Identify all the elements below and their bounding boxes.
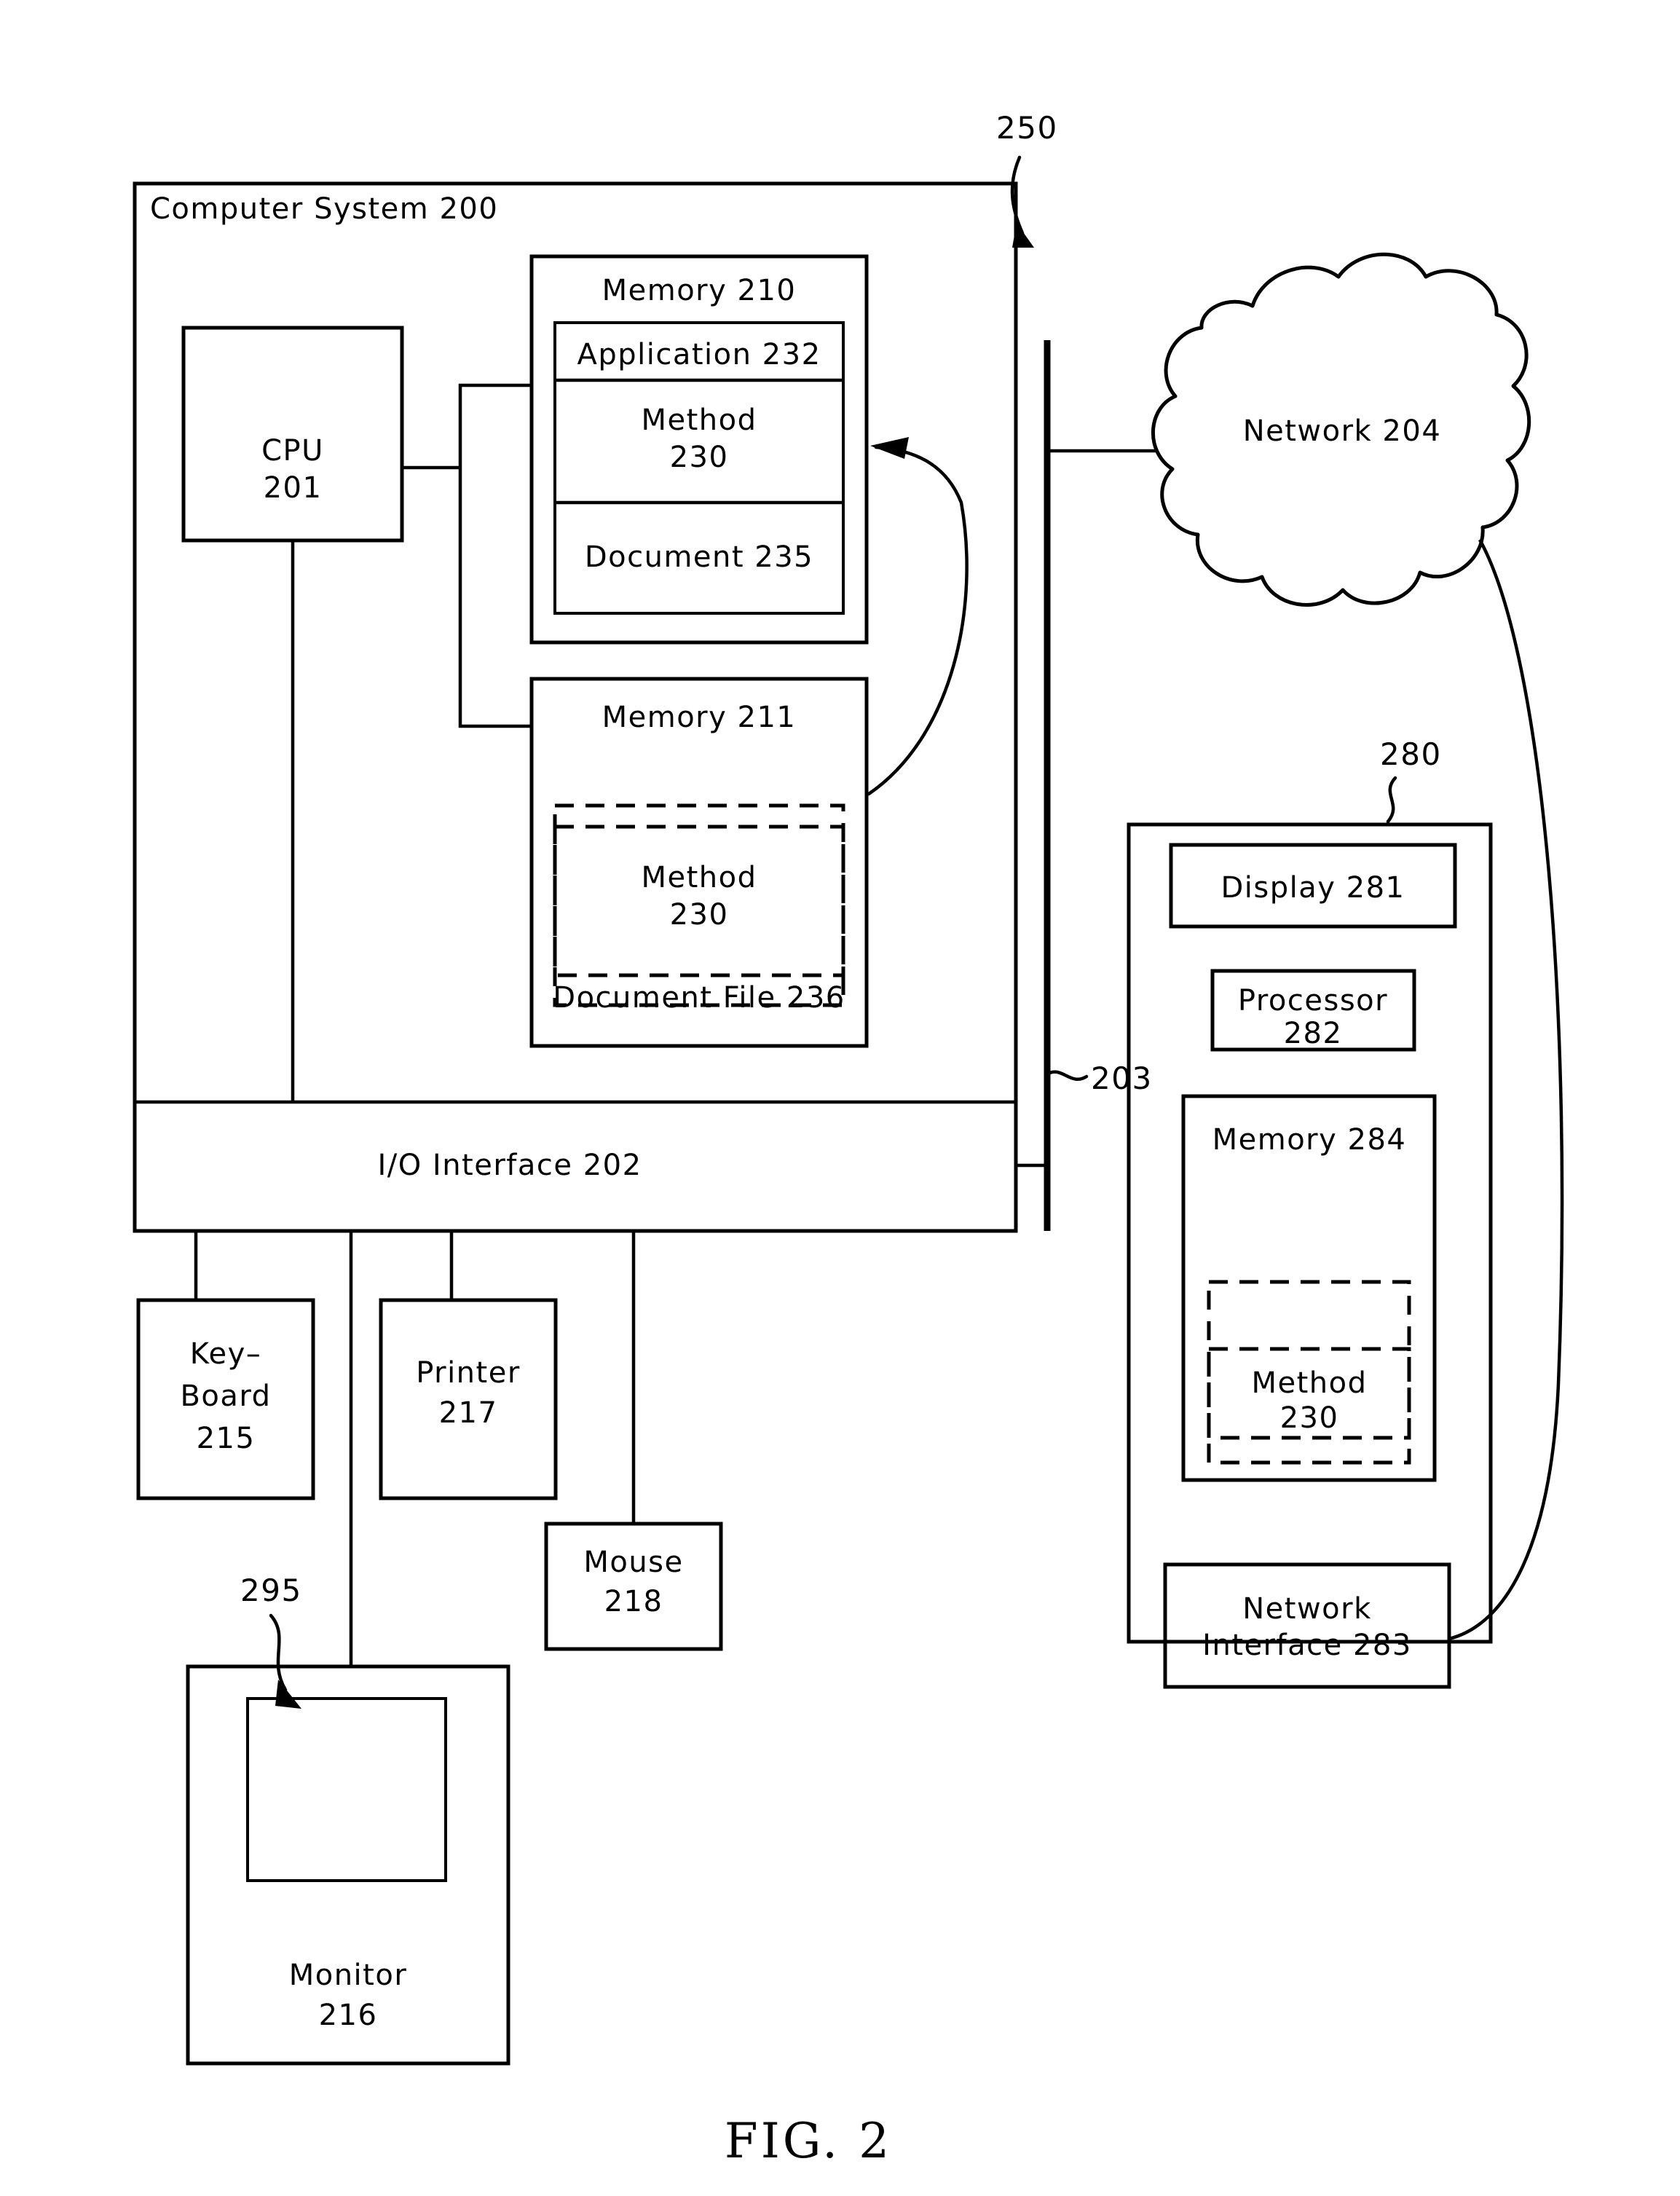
cpu-label-line2: 201 <box>264 471 323 505</box>
processor-282-line2: 282 <box>1284 1017 1343 1050</box>
callout-203-leader <box>1045 1070 1089 1082</box>
mouse-218-line1: Mouse <box>583 1546 683 1579</box>
method-230-memory284-line1: Method <box>1251 1366 1367 1400</box>
io-interface-label: I/O Interface 202 <box>377 1149 642 1182</box>
network-interface-283-line2: Interface 283 <box>1202 1629 1412 1662</box>
document-235-label: Document 235 <box>585 540 813 574</box>
monitor-screen-region <box>246 1697 447 1882</box>
memory-210-title: Memory 210 <box>602 274 797 307</box>
printer-217-line1: Printer <box>416 1356 521 1390</box>
document-file-236-label: Document File 236 <box>553 981 845 1015</box>
callout-295-label: 295 <box>240 1573 302 1608</box>
method-230-memory211-line1: Method <box>641 861 757 894</box>
method-230-memory211-line2: 230 <box>670 898 729 932</box>
network-204-label: Network 204 <box>1243 414 1442 448</box>
printer-217-line2: 217 <box>439 1396 498 1430</box>
callout-295-leader <box>269 1613 288 1692</box>
application-232-label: Application 232 <box>577 338 821 371</box>
patent-figure-page: Computer System 200 CPU 201 Memory 210 A… <box>0 0 1680 2196</box>
wire-bus-to-memory210 <box>458 383 532 468</box>
callout-295-arrowhead <box>275 1680 301 1709</box>
figure-caption: FIG. 2 <box>725 2113 892 2169</box>
network-interface-283-box <box>1163 1562 1451 1689</box>
cpu-label-line1: CPU <box>261 434 324 468</box>
mouse-218-line2: 218 <box>604 1585 663 1618</box>
computer-system-box <box>133 181 1018 1233</box>
keyboard-215-line3: 215 <box>197 1422 256 1455</box>
figure-2-block-diagram: Computer System 200 CPU 201 Memory 210 A… <box>133 110 1564 2169</box>
display-281-label: Display 281 <box>1220 871 1405 905</box>
callout-280-label: 280 <box>1380 736 1442 772</box>
callout-250-label: 250 <box>996 110 1058 146</box>
computer-system-title: Computer System 200 <box>150 192 498 226</box>
network-interface-283-line1: Network <box>1242 1592 1372 1626</box>
memory-284-title: Memory 284 <box>1212 1123 1407 1157</box>
wire-bus-to-memory211 <box>458 468 532 728</box>
callout-203-label: 203 <box>1091 1060 1153 1096</box>
monitor-216-line2: 216 <box>319 1999 378 2032</box>
processor-282-line1: Processor <box>1238 984 1388 1018</box>
keyboard-215-line2: Board <box>180 1380 271 1413</box>
method-transfer-arrowhead <box>870 437 909 459</box>
method-transfer-arc <box>867 445 969 796</box>
memory-211-title: Memory 211 <box>602 701 797 734</box>
method-230-memory210-line2: 230 <box>670 441 729 474</box>
method-230-memory284-line2: 230 <box>1280 1401 1339 1435</box>
keyboard-215-line1: Key– <box>190 1337 262 1371</box>
method-230-memory210-line1: Method <box>641 404 757 437</box>
wire-network-to-network-interface <box>1448 538 1564 1641</box>
callout-280-leader <box>1386 776 1397 824</box>
monitor-216-line1: Monitor <box>289 1959 408 1992</box>
